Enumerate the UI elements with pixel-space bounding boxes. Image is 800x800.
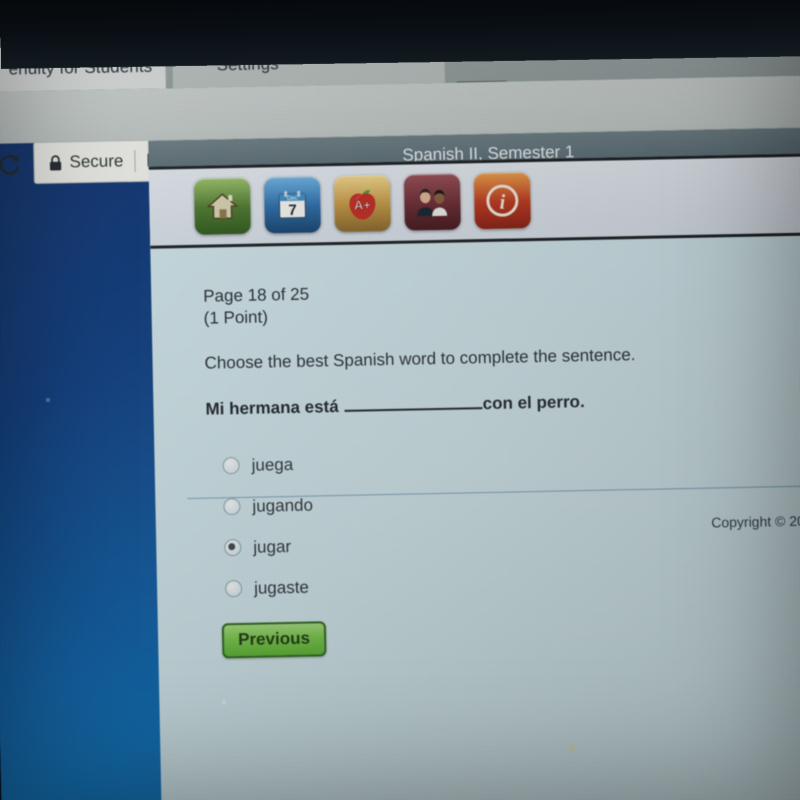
course-nav-toolbar: Dec 7 A+ i: [148, 153, 800, 249]
svg-text:A+: A+: [354, 197, 372, 212]
option-label: juega: [251, 454, 294, 475]
calendar-icon[interactable]: Dec 7: [263, 176, 321, 234]
edgenuity-page: Spanish II, Semester 1 Dec 7 A+ i Page 1…: [148, 127, 800, 800]
people-icon[interactable]: [403, 173, 461, 231]
option-label: jugando: [252, 495, 314, 516]
grades-icon[interactable]: A+: [333, 174, 391, 233]
sentence-before: Mi hermana está: [205, 397, 339, 419]
option-label: jugaste: [253, 577, 310, 598]
url-divider: [134, 150, 136, 173]
home-icon[interactable]: [193, 177, 251, 235]
radio-button-icon[interactable]: [223, 498, 241, 516]
copyright-line-2: All R: [711, 532, 800, 556]
previous-button[interactable]: Previous: [221, 621, 327, 659]
reload-icon[interactable]: [0, 151, 23, 178]
radio-button-icon[interactable]: [224, 580, 243, 598]
photo-of-screen: enuity for Students Settings ✕ ✕: [0, 0, 800, 800]
svg-text:i: i: [499, 190, 505, 214]
chrome-browser-window: enuity for Students Settings ✕ ✕: [0, 21, 800, 800]
svg-text:7: 7: [288, 202, 297, 219]
question-prompt: Choose the best Spanish word to complete…: [204, 345, 636, 373]
monitor-screen: enuity for Students Settings ✕ ✕: [0, 21, 800, 800]
copyright-line-1: Copyright © 2018, M: [711, 512, 800, 531]
secure-label: Secure: [69, 151, 124, 172]
sentence-after: con el perro.: [482, 392, 585, 414]
option-label: jugar: [253, 536, 292, 557]
info-icon[interactable]: i: [473, 172, 531, 230]
question-sentence: Mi hermana está con el perro.: [205, 385, 800, 420]
lock-icon: [48, 154, 62, 171]
radio-button-icon[interactable]: [222, 457, 240, 475]
sentence-blank: [344, 392, 483, 413]
question-body: Page 18 of 25 (1 Point) Choose the best …: [150, 235, 800, 800]
radio-button-icon-selected[interactable]: [224, 539, 242, 557]
copyright-footer: Copyright © 2018, M All R: [711, 510, 800, 556]
